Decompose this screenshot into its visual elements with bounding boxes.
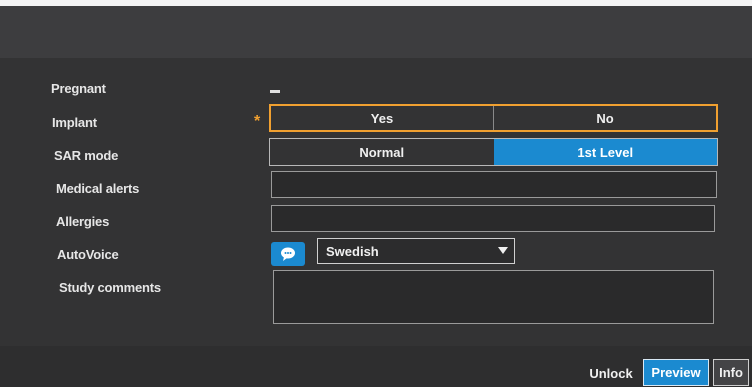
chevron-down-icon <box>498 247 508 254</box>
medical-alerts-field[interactable] <box>271 171 717 198</box>
allergies-field[interactable] <box>271 205 715 232</box>
pregnant-value-dash <box>270 90 280 93</box>
medical-alerts-label: Medical alerts <box>56 181 140 196</box>
footer-bar <box>0 346 752 387</box>
speech-bubble-icon <box>281 247 295 261</box>
sar-mode-label: SAR mode <box>54 148 119 163</box>
autovoice-label: AutoVoice <box>57 247 119 262</box>
preview-button[interactable]: Preview <box>643 359 709 386</box>
sar-1st-level-option[interactable]: 1st Level <box>493 139 717 165</box>
required-marker: * <box>254 113 261 130</box>
implant-label: Implant <box>52 115 97 130</box>
sar-normal-option[interactable]: Normal <box>270 139 494 165</box>
implant-yes-option[interactable]: Yes <box>271 106 493 130</box>
allergies-label: Allergies <box>56 214 110 229</box>
pregnant-label: Pregnant <box>51 81 106 96</box>
implant-toggle: Yes No <box>269 104 718 132</box>
top-band <box>0 0 752 58</box>
implant-no-option[interactable]: No <box>493 106 716 130</box>
autovoice-language-select[interactable]: Swedish <box>317 238 515 264</box>
unlock-button[interactable]: Unlock <box>586 362 636 384</box>
study-comments-field[interactable] <box>273 270 714 324</box>
sar-mode-toggle: Normal 1st Level <box>269 138 718 166</box>
study-comments-label: Study comments <box>59 280 161 295</box>
language-select-value: Swedish <box>326 243 379 259</box>
autovoice-button[interactable] <box>271 242 305 266</box>
info-button[interactable]: Info <box>713 359 749 386</box>
